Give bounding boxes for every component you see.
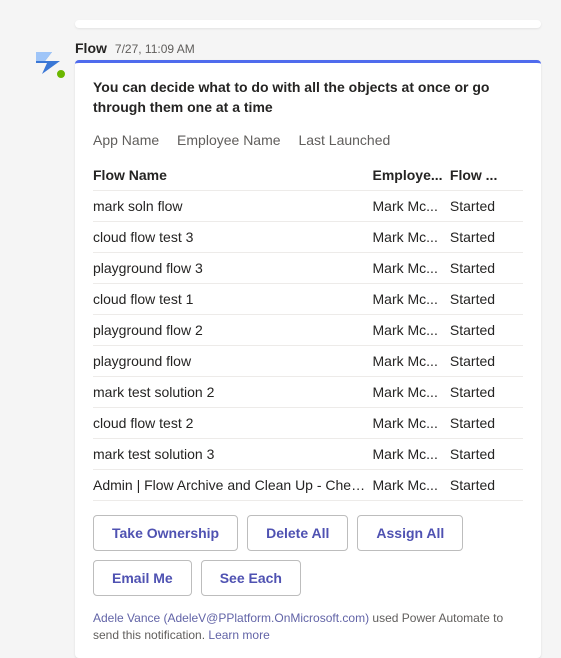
cell-name: mark test solution 2 [93, 376, 373, 407]
app-name-label: App Name [93, 132, 159, 148]
table-row: cloud flow test 1Mark Mc...Started [93, 283, 523, 314]
cell-state: Started [450, 438, 523, 469]
presence-indicator [55, 68, 67, 80]
cell-employee: Mark Mc... [373, 438, 450, 469]
cell-name: Admin | Flow Archive and Clean Up - Chec… [93, 469, 373, 500]
avatar [20, 38, 75, 78]
header-state: Flow ... [450, 160, 523, 191]
last-launched-label: Last Launched [298, 132, 390, 148]
cell-employee: Mark Mc... [373, 221, 450, 252]
teams-message-container: Flow 7/27, 11:09 AM You can decide what … [0, 0, 561, 650]
cell-name: cloud flow test 2 [93, 407, 373, 438]
table-row: cloud flow test 2Mark Mc...Started [93, 407, 523, 438]
delete-all-button[interactable]: Delete All [247, 515, 348, 551]
cell-name: playground flow [93, 345, 373, 376]
employee-name-label: Employee Name [177, 132, 281, 148]
message-body: Flow 7/27, 11:09 AM You can decide what … [75, 38, 541, 658]
cell-name: cloud flow test 1 [93, 283, 373, 314]
footnote-user-link[interactable]: Adele Vance (AdeleV@PPlatform.OnMicrosof… [93, 611, 369, 625]
cell-employee: Mark Mc... [373, 345, 450, 376]
sender-name[interactable]: Flow [75, 40, 107, 56]
cell-state: Started [450, 190, 523, 221]
email-me-button[interactable]: Email Me [93, 560, 192, 596]
table-row: mark soln flowMark Mc...Started [93, 190, 523, 221]
table-row: mark test solution 2Mark Mc...Started [93, 376, 523, 407]
cell-state: Started [450, 469, 523, 500]
message-row: Flow 7/27, 11:09 AM You can decide what … [0, 38, 561, 658]
assign-all-button[interactable]: Assign All [357, 515, 463, 551]
cell-state: Started [450, 283, 523, 314]
cell-employee: Mark Mc... [373, 469, 450, 500]
cell-state: Started [450, 407, 523, 438]
previous-card-edge [75, 20, 541, 28]
message-header: Flow 7/27, 11:09 AM [75, 38, 541, 60]
card-actions: Take Ownership Delete All Assign All Ema… [93, 515, 523, 596]
cell-employee: Mark Mc... [373, 376, 450, 407]
table-header-row: Flow Name Employe... Flow ... [93, 160, 523, 191]
take-ownership-button[interactable]: Take Ownership [93, 515, 238, 551]
table-row: playground flow 2Mark Mc...Started [93, 314, 523, 345]
cell-name: mark test solution 3 [93, 438, 373, 469]
cell-employee: Mark Mc... [373, 252, 450, 283]
table-row: cloud flow test 3Mark Mc...Started [93, 221, 523, 252]
meta-labels: App Name Employee Name Last Launched [93, 132, 523, 148]
table-row: mark test solution 3Mark Mc...Started [93, 438, 523, 469]
flow-table: Flow Name Employe... Flow ... mark soln … [93, 160, 523, 501]
cell-state: Started [450, 345, 523, 376]
header-employee: Employe... [373, 160, 450, 191]
cell-name: mark soln flow [93, 190, 373, 221]
cell-employee: Mark Mc... [373, 190, 450, 221]
see-each-button[interactable]: See Each [201, 560, 301, 596]
table-row: playground flowMark Mc...Started [93, 345, 523, 376]
cell-name: playground flow 3 [93, 252, 373, 283]
cell-employee: Mark Mc... [373, 283, 450, 314]
cell-state: Started [450, 376, 523, 407]
message-timestamp: 7/27, 11:09 AM [115, 42, 195, 56]
cell-state: Started [450, 221, 523, 252]
table-row: Admin | Flow Archive and Clean Up - Chec… [93, 469, 523, 500]
learn-more-link[interactable]: Learn more [208, 628, 269, 642]
card-footnote: Adele Vance (AdeleV@PPlatform.OnMicrosof… [93, 610, 523, 645]
card-title: You can decide what to do with all the o… [93, 77, 523, 118]
header-flow-name: Flow Name [93, 160, 373, 191]
cell-name: cloud flow test 3 [93, 221, 373, 252]
cell-state: Started [450, 314, 523, 345]
cell-state: Started [450, 252, 523, 283]
cell-employee: Mark Mc... [373, 314, 450, 345]
adaptive-card: You can decide what to do with all the o… [75, 60, 541, 658]
table-row: playground flow 3Mark Mc...Started [93, 252, 523, 283]
cell-employee: Mark Mc... [373, 407, 450, 438]
cell-name: playground flow 2 [93, 314, 373, 345]
